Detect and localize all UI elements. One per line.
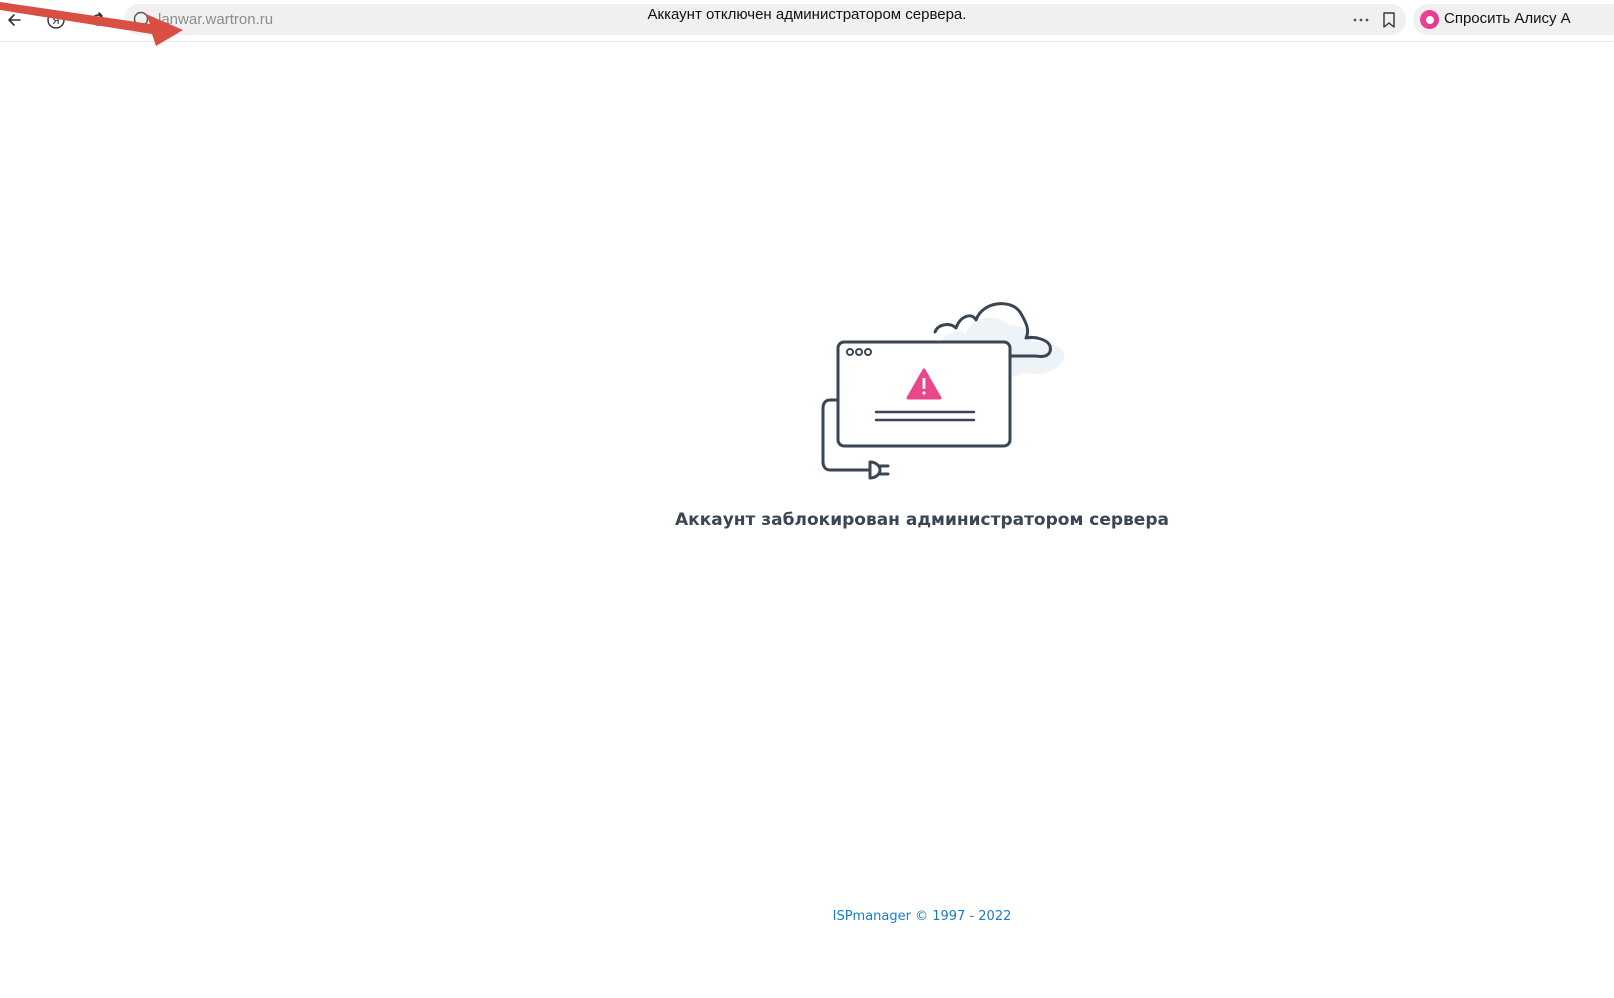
site-info-icon[interactable]	[132, 10, 150, 33]
ask-alice-label: Спросить Алису А	[1444, 10, 1571, 27]
ask-alice-button[interactable]: Спросить Алису А	[1413, 4, 1614, 35]
address-bar[interactable]: lanwar.wartron.ru	[124, 4, 1406, 35]
svg-text:Я: Я	[52, 14, 60, 27]
warning-dot	[922, 391, 926, 395]
warning-exclamation	[922, 378, 926, 389]
browser-toolbar: Я lanwar.wartron.ru Аккаунт отключен адм…	[0, 0, 1614, 42]
alice-icon	[1420, 10, 1439, 29]
yandex-icon: Я	[46, 10, 66, 30]
back-button[interactable]	[0, 6, 28, 34]
back-arrow-icon	[5, 11, 23, 29]
yandex-button[interactable]: Я	[42, 6, 70, 34]
address-url[interactable]: lanwar.wartron.ru	[158, 11, 273, 28]
reload-icon	[89, 11, 107, 29]
bookmark-icon[interactable]	[1378, 9, 1400, 31]
plug-icon	[868, 460, 882, 480]
more-dots-icon[interactable]	[1350, 9, 1372, 31]
reload-button[interactable]	[84, 6, 112, 34]
footer-copyright-link[interactable]: ISPmanager © 1997 - 2022	[0, 909, 1614, 924]
account-blocked-message: Аккаунт заблокирован администратором сер…	[675, 510, 1169, 530]
disconnected-server-illustration	[821, 302, 1065, 480]
